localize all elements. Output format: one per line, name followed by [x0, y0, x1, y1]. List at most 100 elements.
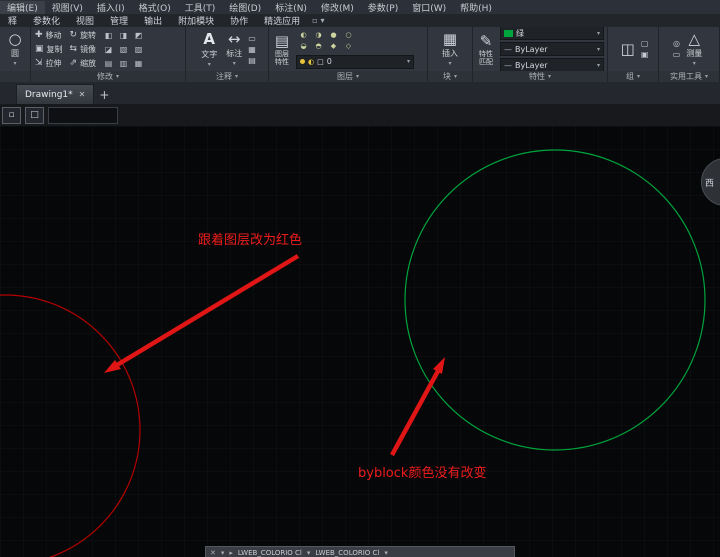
circle-tool-label: 圆 [11, 49, 19, 58]
layer-tool-icon[interactable]: ◐ [296, 30, 311, 41]
sun-icon: ◐ [308, 57, 315, 66]
ribbon: ○ 圆 ▾ ✚ 移动 ▣ 复制 ⇲ 拉伸 ↻ 旋转 ⇆ 镜像 ⇗ 缩放 ◧ ◨ … [0, 27, 720, 82]
modify-tool-icon[interactable]: ◨ [116, 28, 131, 42]
ribbon-tab-addins[interactable]: 附加模块 [170, 14, 222, 27]
command-bar[interactable]: ✕ ▾ ▸ LWEB_COLORIO Cl ▾ LWEB_COLORIO Cl … [205, 546, 515, 557]
group-button[interactable]: ◫ [618, 41, 638, 57]
annotation-byblock-text[interactable]: byblock颜色没有改变 [358, 462, 486, 481]
menu-item-view[interactable]: 视图(V) [45, 1, 90, 14]
linetype-dropdown[interactable]: — ByLayer ▾ [500, 42, 604, 56]
lineweight-dropdown[interactable]: — ByLayer ▾ [500, 58, 604, 71]
green-circle-entity[interactable] [404, 149, 706, 451]
utility-tool-icon[interactable]: ◎ [673, 39, 680, 48]
measure-button[interactable]: △ 测量 ▾ [683, 31, 705, 67]
new-tab-icon[interactable]: + [94, 88, 114, 102]
modify-tool-icon[interactable]: ▤ [101, 56, 116, 70]
object-color-dropdown[interactable]: 绿 ▾ [500, 27, 604, 40]
rotate-button[interactable]: ↻ 旋转 [68, 29, 99, 42]
modify-panel-label[interactable]: 修改 ▾ [31, 71, 185, 82]
layer-tool-icon[interactable]: ◇ [341, 41, 356, 52]
block-panel-label[interactable]: 块 ▾ [428, 71, 472, 82]
layer-properties-button[interactable]: ▤ 图层特性 [271, 33, 293, 66]
layer-tool-icon[interactable]: ◒ [296, 41, 311, 52]
command-history-entry[interactable]: LWEB_COLORIO Cl [238, 549, 302, 557]
dimension-button[interactable]: ↔ 标注 ▾ [223, 31, 245, 67]
annotate-tool-icon[interactable]: ▭ [248, 34, 256, 43]
layer-tool-icon[interactable]: ● [326, 30, 341, 41]
insert-block-button[interactable]: ▦ 插入 ▾ [439, 31, 461, 67]
annotate-tool-icon[interactable]: ▦ [248, 45, 256, 54]
layer-tool-icon[interactable]: ◆ [326, 41, 341, 52]
menu-item-window[interactable]: 窗口(W) [405, 1, 453, 14]
menu-item-format[interactable]: 格式(O) [132, 1, 178, 14]
ribbon-tab-parametric[interactable]: 参数化 [25, 14, 68, 27]
stretch-button[interactable]: ⇲ 拉伸 [33, 57, 65, 70]
canvas-tool-button[interactable]: ▫ [2, 106, 21, 124]
group-tool-icon[interactable]: ▢ [641, 39, 649, 48]
properties-panel-label[interactable]: 特性 ▾ [473, 71, 607, 82]
move-button[interactable]: ✚ 移动 [33, 29, 65, 42]
menu-item-help[interactable]: 帮助(H) [453, 1, 499, 14]
menu-item-edit[interactable]: 编辑(E) [0, 0, 45, 14]
file-tab-bar: Drawing1* ✕ + [0, 82, 720, 104]
menu-item-draw[interactable]: 绘图(D) [222, 1, 268, 14]
modify-tool-icon[interactable]: ▧ [116, 42, 131, 56]
modify-tool-icon[interactable]: ▥ [116, 56, 131, 70]
ribbon-tab-manage[interactable]: 管理 [102, 14, 136, 27]
ribbon-minimize-icon[interactable]: ▾ [321, 16, 325, 25]
canvas-dropdown[interactable] [48, 106, 118, 124]
utility-tool-icon[interactable]: ▭ [673, 50, 681, 59]
annotation-layer-color-text[interactable]: 跟着图层改为红色 [198, 229, 302, 248]
ribbon-tab-featured[interactable]: 精选应用 [256, 14, 308, 27]
modify-tool-icon[interactable]: ◩ [131, 28, 146, 42]
copy-button[interactable]: ▣ 复制 [33, 43, 65, 56]
leader-arrow-line[interactable] [390, 369, 440, 457]
close-tab-icon[interactable]: ✕ [79, 90, 86, 99]
modify-tool-icon[interactable]: ▨ [131, 42, 146, 56]
layer-tool-icon[interactable]: ○ [341, 30, 356, 41]
modify-tool-icon[interactable]: ▦ [131, 56, 146, 70]
text-button[interactable]: A 文字 ▾ [198, 30, 220, 68]
ribbon-tab-annotate-cut[interactable]: 释 [0, 14, 25, 27]
leader-arrow-line[interactable] [115, 254, 300, 367]
red-circle-entity[interactable] [0, 294, 141, 557]
group-panel-label[interactable]: 组 ▾ [608, 71, 658, 82]
circle-tool-button[interactable]: ○ 圆 ▾ [5, 31, 24, 67]
chevron-down-icon[interactable]: ▾ [221, 549, 225, 557]
modify-tool-icon[interactable]: ◧ [101, 28, 116, 42]
menu-item-modify[interactable]: 修改(M) [314, 1, 361, 14]
stretch-icon: ⇲ [35, 57, 43, 68]
command-history-entry[interactable]: LWEB_COLORIO Cl [315, 549, 379, 557]
ribbon-tab-view[interactable]: 视图 [68, 14, 102, 27]
canvas-tool-button[interactable]: □ [25, 106, 44, 124]
ribbon-tab-collaborate[interactable]: 协作 [222, 14, 256, 27]
match-properties-button[interactable]: ✎ 特性匹配 [475, 33, 497, 66]
drawing-tab[interactable]: Drawing1* ✕ [16, 84, 95, 104]
menu-bar: 编辑(E) 视图(V) 插入(I) 格式(O) 工具(T) 绘图(D) 标注(N… [0, 0, 720, 14]
menu-item-insert[interactable]: 插入(I) [90, 1, 132, 14]
utilities-panel-label[interactable]: 实用工具 ▾ [659, 71, 719, 82]
layer-tool-icon[interactable]: ◑ [311, 30, 326, 41]
close-icon[interactable]: ✕ [210, 549, 216, 557]
menu-item-tools[interactable]: 工具(T) [178, 1, 223, 14]
panel-toggle-icon[interactable]: ▫ [312, 16, 317, 25]
layers-panel-label[interactable]: 图层 ▾ [269, 71, 427, 82]
modify-tool-icon[interactable]: ◪ [101, 42, 116, 56]
canvas-toolbar: ▫ □ [0, 104, 720, 126]
menu-item-dimension[interactable]: 标注(N) [268, 1, 314, 14]
object-color-value: 绿 [516, 28, 524, 38]
draw-panel-label[interactable] [0, 71, 30, 82]
mirror-button[interactable]: ⇆ 镜像 [68, 43, 99, 56]
scale-button[interactable]: ⇗ 缩放 [68, 57, 99, 70]
ribbon-tab-output[interactable]: 输出 [136, 14, 170, 27]
text-label: 文字 [201, 50, 218, 59]
chevron-down-icon: ▾ [547, 73, 551, 80]
drawing-canvas[interactable]: 跟着图层改为红色 byblock颜色没有改变 西 ✕ ▾ ▸ LWEB_COLO… [0, 126, 720, 557]
layer-tool-icon[interactable]: ◓ [311, 41, 326, 52]
layer-dropdown[interactable]: ◐ □ 0 ▾ [296, 54, 414, 69]
annotate-tool-icon[interactable]: ▤ [248, 56, 256, 65]
match-properties-icon: ✎ [479, 31, 493, 50]
group-tool-icon[interactable]: ▣ [641, 50, 649, 59]
menu-item-parametric[interactable]: 参数(P) [361, 1, 405, 14]
annotate-panel-label[interactable]: 注释 ▾ [186, 71, 268, 82]
